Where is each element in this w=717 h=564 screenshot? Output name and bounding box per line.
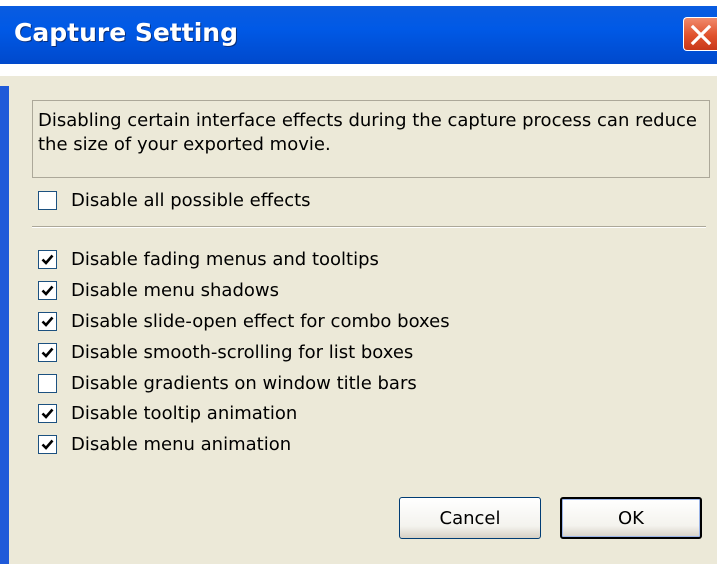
checkbox[interactable] <box>38 249 57 269</box>
checkmark-icon <box>41 439 54 450</box>
separator <box>32 226 706 228</box>
checkbox-label: Disable menu shadows <box>71 279 279 301</box>
checkmark-icon <box>41 254 54 265</box>
checkbox-label: Disable all possible effects <box>71 189 311 211</box>
checkmark-icon <box>41 316 54 327</box>
checkbox[interactable] <box>38 190 57 210</box>
close-button[interactable] <box>683 17 717 51</box>
cancel-button[interactable]: Cancel <box>399 497 541 539</box>
checkbox[interactable] <box>38 403 57 423</box>
window-left-border <box>0 86 9 564</box>
checkbox[interactable] <box>38 373 57 393</box>
option-smooth-scrolling[interactable]: Disable smooth-scrolling for list boxes <box>38 339 413 365</box>
checkmark-icon <box>41 408 54 419</box>
checkbox[interactable] <box>38 280 57 300</box>
description-box: Disabling certain interface effects duri… <box>32 100 710 178</box>
checkbox[interactable] <box>38 342 57 362</box>
window-title: Capture Setting <box>14 18 238 47</box>
option-title-gradients[interactable]: Disable gradients on window title bars <box>38 370 417 396</box>
disable-all-effects-option[interactable]: Disable all possible effects <box>38 187 311 213</box>
option-menu-animation[interactable]: Disable menu animation <box>38 431 291 457</box>
option-fading-menus[interactable]: Disable fading menus and tooltips <box>38 246 379 272</box>
option-slide-open-combo[interactable]: Disable slide-open effect for combo boxe… <box>38 308 450 334</box>
checkbox-label: Disable tooltip animation <box>71 402 298 424</box>
description-text: Disabling certain interface effects duri… <box>38 110 697 155</box>
checkbox-label: Disable gradients on window title bars <box>71 372 417 394</box>
checkbox-label: Disable fading menus and tooltips <box>71 248 379 270</box>
close-icon <box>690 24 712 46</box>
checkbox-label: Disable menu animation <box>71 433 292 455</box>
checkmark-icon <box>41 285 54 296</box>
checkbox[interactable] <box>38 434 57 454</box>
checkbox-label: Disable slide-open effect for combo boxe… <box>71 310 450 332</box>
checkmark-icon <box>41 347 54 358</box>
ok-button[interactable]: OK <box>560 497 702 539</box>
title-bar: Capture Setting <box>0 0 717 70</box>
option-menu-shadows[interactable]: Disable menu shadows <box>38 277 279 303</box>
checkbox[interactable] <box>38 311 57 331</box>
checkbox-label: Disable smooth-scrolling for list boxes <box>71 341 414 363</box>
option-tooltip-animation[interactable]: Disable tooltip animation <box>38 400 297 426</box>
